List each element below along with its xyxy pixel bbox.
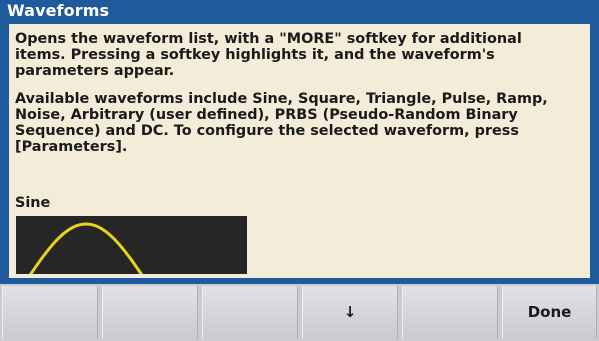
sine-trace [26,222,146,279]
help-paragraph-2: Available waveforms include Sine, Square… [15,91,548,155]
waveform-preview [16,216,247,279]
softkey-1[interactable] [2,286,98,339]
waveforms-help-screen: Waveforms Opens the waveform list, with … [0,0,599,341]
help-content: Opens the waveform list, with a "MORE" s… [9,24,590,279]
softkey-5[interactable] [402,286,498,339]
done-button[interactable]: Done [502,286,597,339]
softkey-bar: ↓ Done [0,284,599,341]
help-paragraph-1: Opens the waveform list, with a "MORE" s… [15,31,522,79]
waveform-preview-label: Sine [15,195,51,211]
help-panel: Waveforms Opens the waveform list, with … [0,0,599,284]
sine-wave-graphic [26,222,146,279]
softkey-2[interactable] [102,286,198,339]
softkey-down-arrow[interactable]: ↓ [302,286,398,339]
panel-title: Waveforms [7,1,110,20]
arrow-down-icon: ↓ [343,303,357,321]
softkey-3[interactable] [202,286,298,339]
